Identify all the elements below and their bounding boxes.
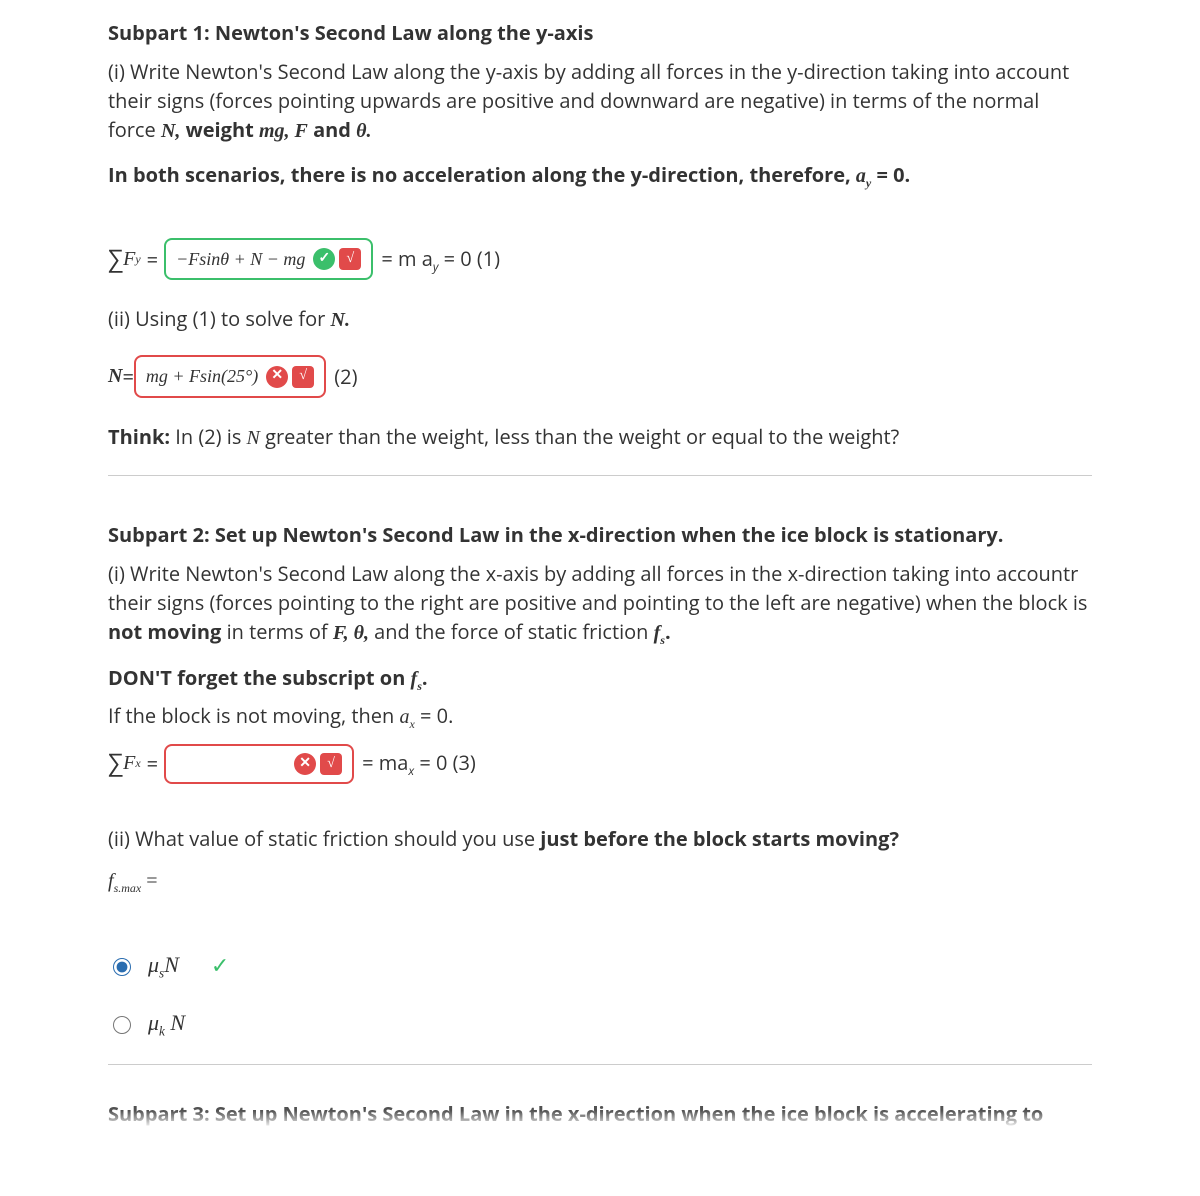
r2-mu: μ [148, 1010, 159, 1035]
s1p1-weight: weight [186, 116, 259, 143]
eq3-equals: = [147, 749, 158, 778]
eq2-equals: = [122, 362, 133, 391]
radio-label-2: μk N [148, 1007, 185, 1041]
subpart-1: Subpart 1: Newton's Second Law along the… [108, 18, 1092, 476]
fsmax-sub: s.max [114, 881, 142, 895]
subpart2-hint: DON'T forget the subscript on fs. [108, 663, 1092, 695]
sigma-symbol: ∑ [108, 242, 123, 277]
eq3-after-tail: = 0 (3) [414, 749, 476, 776]
fsmax-eq: = [141, 870, 157, 892]
incorrect-icon: ✕ [294, 753, 316, 775]
think-N: N [247, 427, 260, 449]
radio-input-1[interactable] [113, 958, 131, 976]
radio-label-1: μsN [148, 949, 179, 983]
s2p2-pre: DON'T forget the subscript on [108, 664, 411, 691]
think-text: In (2) is [175, 423, 246, 450]
s1p2-pre: In both scenarios, there is no accelerat… [108, 161, 856, 188]
radio-option-2[interactable]: μk N [108, 1007, 1092, 1041]
eq1-answer-content: −Fsinθ + N − mg [176, 246, 305, 272]
subpart1-paragraph-1: (i) Write Newton's Second Law along the … [108, 57, 1092, 146]
r1-N: N [164, 952, 179, 977]
s1p3-N: N. [331, 309, 350, 331]
eq3-Fx-sub: x [135, 755, 140, 772]
s1p2-eq0: = 0. [876, 161, 910, 188]
s2p1-mid: in terms of [227, 618, 333, 645]
eq3-after: = ma [362, 749, 408, 776]
eq1-F: F [123, 245, 135, 274]
eq1-Fy-sub: y [135, 251, 140, 268]
s2p2-tail: . [422, 664, 428, 691]
incorrect-icon: ✕ [266, 366, 288, 388]
s1p1-theta: θ. [356, 120, 371, 142]
s2p3-a: a [400, 706, 410, 728]
think-tail: greater than the weight, less than the w… [265, 423, 899, 450]
eq1-answer-box[interactable]: −Fsinθ + N − mg ✓ √ [164, 238, 373, 280]
help-icon[interactable]: √ [320, 753, 342, 775]
s2q2-bold: just before the block starts moving? [540, 825, 899, 852]
radio-input-2[interactable] [113, 1016, 131, 1034]
s2p1-F: F, [333, 622, 354, 644]
s2p1-fs-tail: . [665, 618, 671, 645]
sigma-symbol: ∑ [108, 746, 123, 781]
eq2-after: (2) [334, 362, 357, 391]
s1p1-N: N, [161, 120, 180, 142]
s2p1-notmoving: not moving [108, 618, 221, 645]
subpart1-title: Subpart 1: Newton's Second Law along the… [108, 18, 1092, 47]
subpart2-condition: If the block is not moving, then ax = 0. [108, 701, 1092, 733]
eq2-answer-content: mg + Fsin(25°) [146, 363, 258, 389]
s2p1-pre: (i) Write Newton's Second Law along the … [108, 560, 1087, 616]
divider [108, 1064, 1092, 1065]
s2p3-sub: x [410, 717, 415, 731]
eq2-N: N [108, 362, 122, 391]
eq3-answer-box[interactable]: ✕ √ [164, 744, 354, 784]
s2p1-mid2: and the force of static friction [374, 618, 653, 645]
eq3-rhs: = max = 0 (3) [362, 748, 476, 779]
subpart2-paragraph-1: (i) Write Newton's Second Law along the … [108, 559, 1092, 649]
s1p1-F: F [295, 120, 308, 142]
s1p2-aysub: y [866, 176, 871, 190]
eq1-rhs: = m ay = 0 (1) [381, 244, 500, 275]
s1p3-text: (ii) Using (1) to solve for [108, 305, 331, 332]
s2q2-pre: (ii) What value of static friction shoul… [108, 825, 540, 852]
equation-2-row: N = mg + Fsin(25°) ✕ √ (2) [108, 355, 1092, 397]
fs-max-expr: fs.max = [108, 867, 1092, 897]
equation-3-row: ∑ Fx = ✕ √ = max = 0 (3) [108, 744, 1092, 784]
radio-group: μsN ✓ μk N [108, 949, 1092, 1040]
eq2-answer-box[interactable]: mg + Fsin(25°) ✕ √ [134, 355, 326, 397]
think-label: Think: [108, 423, 170, 450]
radio-option-1[interactable]: μsN ✓ [108, 949, 1092, 983]
subpart1-think: Think: In (2) is N greater than the weig… [108, 422, 1092, 453]
correct-icon: ✓ [313, 248, 335, 270]
subpart1-paragraph-2: In both scenarios, there is no accelerat… [108, 160, 1092, 192]
eq1-equals: = [147, 245, 158, 274]
help-icon[interactable]: √ [292, 366, 314, 388]
subpart2-title: Subpart 2: Set up Newton's Second Law in… [108, 520, 1092, 549]
s1p1-mg: mg, [259, 120, 295, 142]
s2p1-theta: θ, [354, 622, 369, 644]
eq1-after-tail: = 0 (1) [438, 245, 500, 272]
s2p3-pre: If the block is not moving, then [108, 702, 400, 729]
divider [108, 475, 1092, 476]
r1-mu: μ [148, 952, 159, 977]
r2-N: N [165, 1010, 185, 1035]
s1p1-and: and [313, 116, 356, 143]
help-icon[interactable]: √ [339, 248, 361, 270]
eq3-F: F [123, 749, 135, 778]
subpart2-q2: (ii) What value of static friction shoul… [108, 824, 1092, 853]
subpart1-paragraph-3: (ii) Using (1) to solve for N. [108, 304, 1092, 335]
s1p2-ay: a [856, 165, 866, 187]
subpart3-title: Subpart 3: Set up Newton's Second Law in… [108, 1099, 1092, 1128]
equation-1-row: ∑ Fy = −Fsinθ + N − mg ✓ √ = m ay = 0 (1… [108, 238, 1092, 280]
s2p3-tail: = 0. [420, 702, 453, 729]
correct-check-icon: ✓ [211, 950, 229, 982]
subpart-2: Subpart 2: Set up Newton's Second Law in… [108, 520, 1092, 1066]
eq1-after: = m a [381, 245, 432, 272]
